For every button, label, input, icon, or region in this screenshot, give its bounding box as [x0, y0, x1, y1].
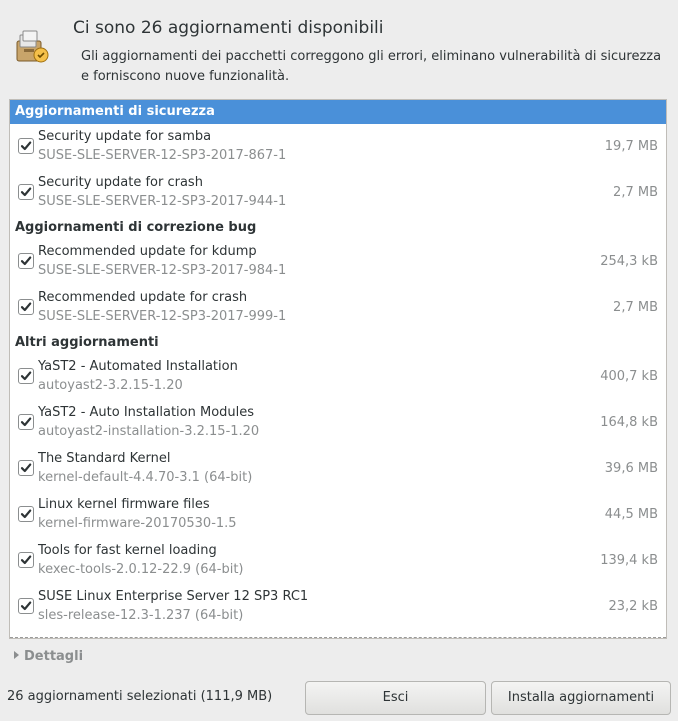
check-icon — [20, 256, 32, 266]
section-header[interactable]: Altri aggiornamenti — [10, 331, 666, 354]
update-size: 2,7 MB — [613, 300, 658, 315]
update-size: 254,3 kB — [600, 254, 658, 269]
update-size: 23,2 kB — [608, 599, 658, 614]
update-title: Security update for crash — [38, 175, 203, 190]
update-size: 2,7 MB — [613, 185, 658, 200]
check-icon — [20, 601, 32, 611]
check-icon — [20, 371, 32, 381]
update-title: Security update for samba — [38, 129, 212, 144]
update-package-id: kexec-tools-2.0.12-22.9 (64-bit) — [38, 562, 244, 577]
update-package-id: SUSE-SLE-SERVER-12-SP3-2017-999-1 — [38, 309, 287, 324]
update-package-id: SUSE-SLE-SERVER-12-SP3-2017-867-1 — [38, 148, 287, 163]
update-checkbox[interactable] — [18, 368, 34, 384]
update-title: The Standard Kernel — [38, 451, 171, 466]
update-checkbox[interactable] — [18, 506, 34, 522]
update-row[interactable]: Recommended update for crash SUSE-SLE-SER… — [10, 285, 666, 331]
check-icon — [20, 555, 32, 565]
check-icon — [20, 187, 32, 197]
section-header[interactable]: Aggiornamenti di sicurezza — [10, 100, 666, 124]
update-checkbox[interactable] — [18, 138, 34, 154]
software-update-icon — [14, 29, 50, 65]
dialog-description: Gli aggiornamenti dei pacchetti correggo… — [81, 49, 662, 84]
update-checkbox[interactable] — [18, 552, 34, 568]
update-title: SUSE Linux Enterprise Server 12 SP3 RC1 — [38, 589, 309, 604]
update-size: 164,8 kB — [600, 415, 658, 430]
update-size: 19,7 MB — [604, 139, 658, 154]
update-row[interactable]: Security update for samba SUSE-SLE-SERVER… — [10, 124, 666, 170]
check-icon — [20, 463, 32, 473]
update-checkbox[interactable] — [18, 460, 34, 476]
update-size: 39,6 MB — [604, 461, 658, 476]
dialog-title: Ci sono 26 aggiornamenti disponibili — [73, 18, 384, 38]
check-icon — [20, 417, 32, 427]
update-size: 400,7 kB — [600, 369, 658, 384]
check-icon — [20, 141, 32, 151]
update-package-id: kernel-default-4.4.70-3.1 (64-bit) — [38, 470, 253, 485]
update-row[interactable]: YaST2 - Automated Installation autoyast2-… — [10, 354, 666, 400]
update-row[interactable]: Tools for fast kernel loading kexec-tools… — [10, 538, 666, 584]
update-row[interactable]: The Standard Kernel kernel-default-4.4.70… — [10, 446, 666, 492]
update-checkbox[interactable] — [18, 414, 34, 430]
update-title: Tools for fast kernel loading — [38, 543, 217, 558]
update-package-id: sles-release-12.3-1.237 (64-bit) — [38, 608, 244, 623]
update-checkbox[interactable] — [18, 184, 34, 200]
install-updates-button[interactable]: Installa aggiornamenti — [491, 681, 671, 715]
update-title: YaST2 - Auto Installation Modules — [38, 405, 255, 420]
update-size: 139,4 kB — [600, 553, 658, 568]
updates-list[interactable]: Aggiornamenti di sicurezza Security updat… — [9, 99, 667, 639]
dialog-header: Ci sono 26 aggiornamenti disponibili Gli… — [0, 0, 678, 98]
update-package-id: SUSE-SLE-SERVER-12-SP3-2017-984-1 — [38, 263, 287, 278]
update-row[interactable]: Recommended update for kdump SUSE-SLE-SER… — [10, 239, 666, 285]
check-icon — [20, 302, 32, 312]
expander-arrow-icon — [14, 651, 19, 659]
update-package-id: autoyast2-3.2.15-1.20 — [38, 378, 183, 393]
details-label: Dettagli — [24, 649, 84, 664]
update-size: 44,5 MB — [604, 507, 658, 522]
update-row[interactable]: Linux kernel firmware files kernel-firmwa… — [10, 492, 666, 538]
update-title: YaST2 - Automated Installation — [38, 359, 238, 374]
quit-button[interactable]: Esci — [305, 681, 486, 715]
section-header[interactable]: Aggiornamenti di correzione bug — [10, 216, 666, 239]
details-expander[interactable]: Dettagli — [14, 649, 83, 664]
update-package-id: SUSE-SLE-SERVER-12-SP3-2017-944-1 — [38, 194, 287, 209]
selection-status: 26 aggiornamenti selezionati (111,9 MB) — [7, 689, 273, 704]
update-checkbox[interactable] — [18, 299, 34, 315]
update-package-id: autoyast2-installation-3.2.15-1.20 — [38, 424, 260, 439]
updates-list-content: Aggiornamenti di sicurezza Security updat… — [10, 100, 666, 630]
update-row[interactable]: YaST2 - Auto Installation Modules autoyas… — [10, 400, 666, 446]
update-checkbox[interactable] — [18, 598, 34, 614]
update-checkbox[interactable] — [18, 253, 34, 269]
update-title: Linux kernel firmware files — [38, 497, 210, 512]
update-title: Recommended update for kdump — [38, 244, 257, 259]
update-row[interactable]: Security update for crash SUSE-SLE-SERVER… — [10, 170, 666, 216]
update-row[interactable]: SUSE Linux Enterprise Server 12 SP3 RC1 s… — [10, 584, 666, 630]
check-icon — [20, 509, 32, 519]
update-package-id: kernel-firmware-20170530-1.5 — [38, 516, 237, 531]
update-title: Recommended update for crash — [38, 290, 248, 305]
